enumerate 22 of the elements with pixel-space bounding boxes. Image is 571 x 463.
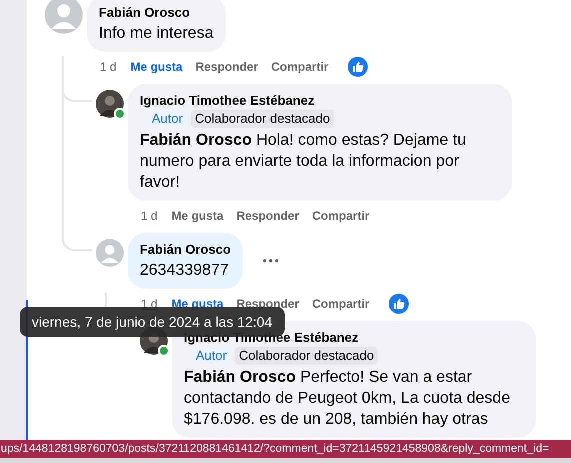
date-tooltip: viernes, 7 de junio de 2024 a las 12:04: [20, 307, 285, 337]
comment-text: 2634339877: [140, 261, 229, 281]
comment-text: Fabián Orosco Hola! como estas? Dejame tu numero para enviarte toda la informacion por favor!: [140, 131, 468, 193]
comment-text: Fabián Orosco Perfecto! Se van a estar contactando de Peugeot 0km, La cuota desde $176.098. es de un 208, también hay otras: [184, 368, 512, 430]
reply-button[interactable]: Responder: [196, 60, 258, 74]
comment-text: Info me interesa: [99, 24, 214, 44]
user-badge: Colaborador destacado: [235, 347, 378, 365]
share-button[interactable]: Compartir: [312, 297, 370, 311]
user-badge: Autor: [148, 110, 188, 128]
user-badge: Autor: [192, 347, 232, 365]
author-name[interactable]: Ignacio Timothee Estébanez: [140, 92, 315, 109]
like-button[interactable]: Me gusta: [172, 209, 224, 223]
like-button[interactable]: Me gusta: [130, 60, 183, 74]
share-button[interactable]: Compartir: [271, 60, 329, 74]
reply-button[interactable]: Responder: [236, 209, 300, 223]
timestamp-link[interactable]: 1 d: [100, 60, 117, 74]
author-name[interactable]: Fabián Orosco: [140, 241, 232, 258]
timestamp-link[interactable]: 1 d: [141, 209, 158, 223]
author-name[interactable]: Fabián Orosco: [99, 4, 190, 21]
user-badge: Colaborador destacado: [191, 110, 334, 128]
status-bar-url: ups/1448128198760703/posts/3721120881461412/?comment_id=3721145921458908&reply_comment_id=: [0, 440, 571, 458]
share-button[interactable]: Compartir: [312, 209, 370, 223]
